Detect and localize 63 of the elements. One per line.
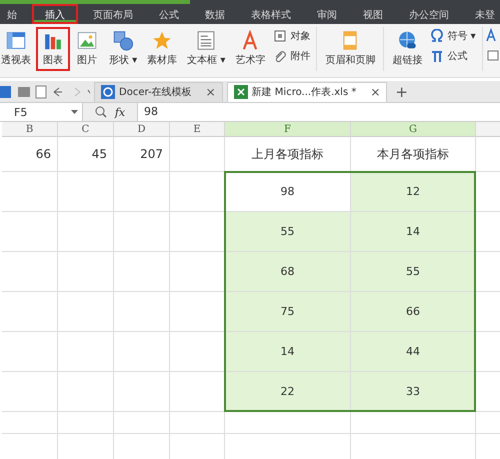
- dropdown-caret-icon: [71, 110, 78, 114]
- table-cell: 14: [225, 332, 350, 371]
- column-header[interactable]: C: [58, 122, 114, 137]
- ribbon-button[interactable]: 附件: [273, 49, 310, 63]
- table-cell: 66: [351, 292, 475, 331]
- zoom-icon: [94, 106, 107, 118]
- table-cell: 68: [225, 252, 350, 291]
- ribbon-button[interactable]: 对象: [273, 29, 310, 43]
- ribbon-button[interactable]: 公式: [430, 49, 476, 63]
- menu-tab[interactable]: 插入: [32, 4, 78, 24]
- table-cell: 75: [225, 292, 350, 331]
- document-tab[interactable]: Docer-在线模板 ×: [94, 82, 223, 102]
- ribbon-button[interactable]: 艺术字: [230, 27, 270, 71]
- table-cell-text: 本月各项指标: [376, 146, 450, 162]
- column-header[interactable]: E: [170, 122, 225, 137]
- omega-icon: [430, 29, 444, 43]
- shapes-icon: [111, 30, 136, 51]
- column-header[interactable]: D: [114, 122, 170, 137]
- paperclip-icon: [273, 49, 288, 63]
- menu-tab[interactable]: 审阅: [304, 4, 350, 24]
- table-cell: 33: [351, 372, 475, 411]
- ribbon-button[interactable]: 形状 ▾: [104, 27, 142, 71]
- table-cell-text: 66: [34, 146, 52, 163]
- menu-tab[interactable]: 公式: [146, 4, 192, 24]
- table-cell: 44: [351, 332, 475, 371]
- table-cell-text: 45: [90, 146, 108, 163]
- table-cell: 22: [225, 372, 350, 411]
- ribbon-button[interactable]: 图表: [36, 27, 70, 71]
- menu-tab[interactable]: 视图: [350, 4, 396, 24]
- menu-tab[interactable]: 始: [0, 4, 30, 24]
- ribbon-button[interactable]: 透视表: [0, 27, 36, 71]
- column-header[interactable]: B: [2, 122, 58, 137]
- spreadsheet-icon: [234, 85, 248, 99]
- table-cell: 14: [351, 212, 475, 251]
- column-header[interactable]: [476, 122, 500, 137]
- new-tab-button[interactable]: +: [391, 82, 412, 100]
- column-header[interactable]: G: [351, 122, 476, 137]
- column-header[interactable]: F: [225, 122, 351, 137]
- table-icon: [4, 30, 28, 51]
- table-cell: 55: [225, 212, 350, 251]
- ribbon-button[interactable]: 素材库: [142, 27, 182, 71]
- menu-tab[interactable]: 页面布局: [80, 4, 146, 24]
- document-tab[interactable]: 新建 Micro...作表.xls * ×: [226, 82, 388, 102]
- table-cell-text: 207: [139, 146, 164, 163]
- function-button[interactable]: fx: [114, 106, 126, 118]
- table-cell-text: 上月各项指标: [250, 146, 324, 162]
- menu-tab[interactable]: 未登: [462, 4, 500, 24]
- table-cell: 12: [351, 172, 475, 211]
- ribbon-button[interactable]: 文本框 ▾: [182, 27, 230, 71]
- close-button[interactable]: ×: [206, 85, 216, 99]
- object-icon: [273, 29, 288, 43]
- close-button[interactable]: ×: [370, 85, 380, 99]
- pi-icon: [430, 49, 444, 63]
- formula-field[interactable]: 98: [138, 103, 500, 121]
- table-cell: 55: [351, 252, 475, 291]
- menu-tab[interactable]: 数据: [192, 4, 238, 24]
- picture-icon: [75, 30, 99, 51]
- ribbon-button[interactable]: 图片: [70, 27, 104, 71]
- ribbon-button[interactable]: 超链接: [387, 27, 428, 71]
- ribbon-button[interactable]: 页眉和页脚: [320, 27, 380, 71]
- menu-tab[interactable]: 办公空间: [396, 4, 462, 24]
- ribbon-button[interactable]: 符号 ▾: [430, 29, 476, 43]
- menu-tab[interactable]: 表格样式: [238, 4, 304, 24]
